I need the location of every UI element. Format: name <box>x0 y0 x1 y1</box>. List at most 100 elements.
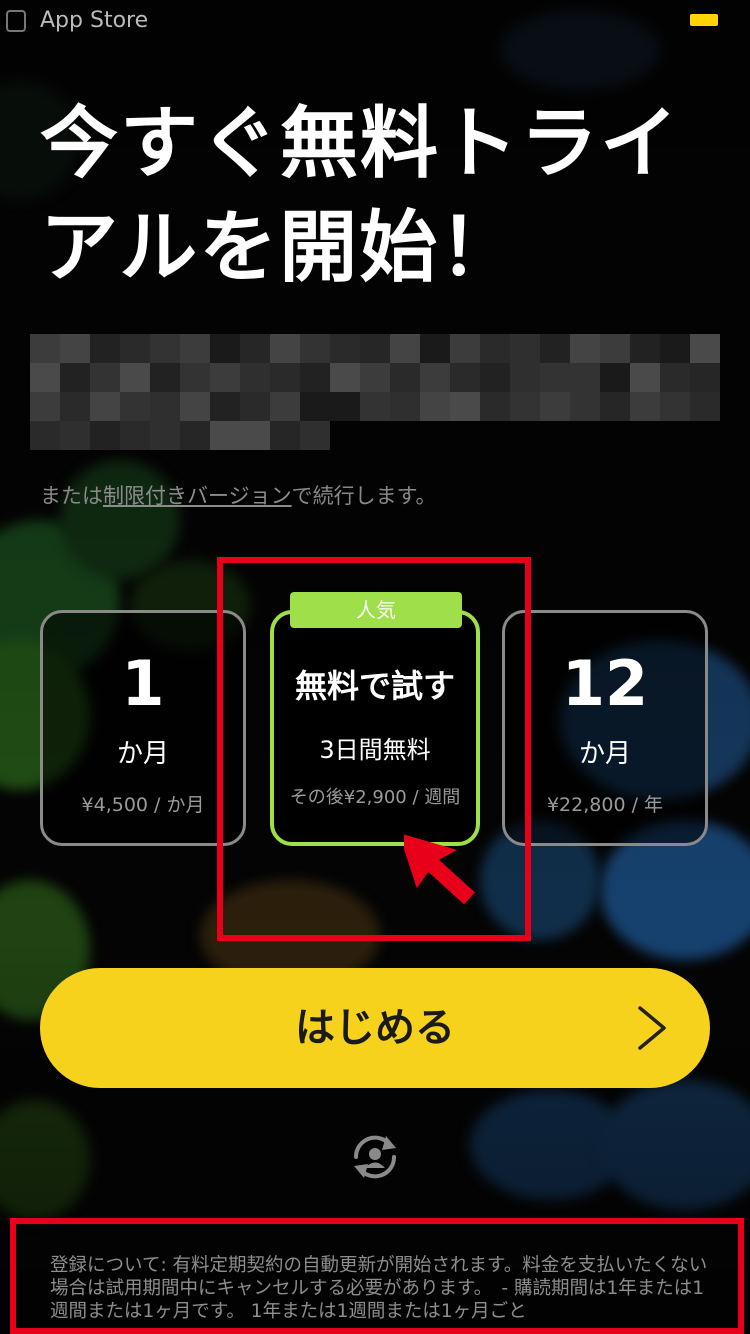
back-to-app-label[interactable]: App Store <box>40 8 148 33</box>
mosaic-cell <box>360 334 390 363</box>
plan-price: その後¥2,900 / 週間 <box>289 787 461 808</box>
mosaic-cell <box>60 421 90 450</box>
mosaic-cell <box>360 363 390 392</box>
mosaic-cell <box>180 392 210 421</box>
mosaic-cell <box>690 421 720 450</box>
restore-account-icon[interactable] <box>348 1130 402 1184</box>
limited-version-text: または制限付きバージョンで続行します。 <box>40 480 437 510</box>
mosaic-cell <box>660 334 690 363</box>
mosaic-cell <box>630 392 660 421</box>
mosaic-cell <box>300 392 330 421</box>
mosaic-cell <box>120 392 150 421</box>
mosaic-cell <box>330 334 360 363</box>
start-button-label: はじめる <box>295 1005 455 1051</box>
mosaic-cell <box>270 392 300 421</box>
pointer-arrow-icon <box>404 833 475 905</box>
mosaic-cell <box>390 421 420 450</box>
mosaic-cell <box>480 363 510 392</box>
plan-duration-unit: か月 <box>578 739 631 769</box>
mosaic-cell <box>30 363 60 392</box>
mosaic-cell <box>570 421 600 450</box>
mosaic-cell <box>540 421 570 450</box>
mosaic-cell <box>420 392 450 421</box>
plan-duration-number: 12 <box>561 647 649 720</box>
mosaic-cell <box>420 421 450 450</box>
mosaic-cell <box>120 363 150 392</box>
mosaic-cell <box>420 363 450 392</box>
mosaic-cell <box>690 363 720 392</box>
mosaic-cell <box>630 421 660 450</box>
back-app-icon[interactable] <box>6 10 26 32</box>
mosaic-cell <box>600 334 630 363</box>
mosaic-cell <box>30 334 60 363</box>
mosaic-cell <box>120 421 150 450</box>
mosaic-cell <box>600 363 630 392</box>
mosaic-cell <box>390 363 420 392</box>
mosaic-cell <box>270 363 300 392</box>
mosaic-cell <box>180 334 210 363</box>
mosaic-cell <box>210 363 240 392</box>
redacted-subtitle-mosaic <box>30 334 720 450</box>
popular-badge: 人気 <box>290 592 462 628</box>
mosaic-cell <box>300 334 330 363</box>
mosaic-cell <box>60 363 90 392</box>
mosaic-cell <box>150 334 180 363</box>
mosaic-cell <box>630 334 660 363</box>
mosaic-cell <box>240 421 270 450</box>
plan-price: ¥22,800 / 年 <box>546 794 664 816</box>
mosaic-cell <box>480 421 510 450</box>
mosaic-cell <box>30 392 60 421</box>
mosaic-cell <box>450 392 480 421</box>
mosaic-cell <box>120 334 150 363</box>
mosaic-cell <box>540 392 570 421</box>
mosaic-cell <box>510 363 540 392</box>
plan-card-1-month[interactable]: 1 か月 ¥4,500 / か月 <box>40 610 246 846</box>
battery-icon <box>690 14 718 26</box>
mosaic-cell <box>510 421 540 450</box>
plan-trial-duration: 3日間無料 <box>319 736 431 764</box>
chevron-right-icon <box>638 1006 666 1050</box>
mosaic-cell <box>360 421 390 450</box>
mosaic-cell <box>450 363 480 392</box>
plan-card-free-trial[interactable]: 人気 無料で試す 3日間無料 その後¥2,900 / 週間 <box>270 592 480 846</box>
mosaic-cell <box>210 392 240 421</box>
plan-trial-title: 無料で試す <box>294 667 455 705</box>
mosaic-cell <box>270 334 300 363</box>
terms-divider <box>40 1218 710 1220</box>
mosaic-cell <box>390 334 420 363</box>
limited-version-link[interactable]: 制限付きバージョン <box>103 484 292 508</box>
mosaic-cell <box>300 421 330 450</box>
page-title: 今すぐ無料トライアルを開始！ <box>40 99 681 293</box>
status-bar: App Store <box>0 0 750 40</box>
mosaic-cell <box>150 392 180 421</box>
mosaic-cell <box>660 363 690 392</box>
mosaic-cell <box>210 421 240 450</box>
mosaic-cell <box>690 334 720 363</box>
subscription-terms-text: 登録について: 有料定期契約の自動更新が開始されます。料金を支払いたくない場合は… <box>50 1255 708 1322</box>
plan-duration-unit: か月 <box>116 739 169 769</box>
mosaic-cell <box>540 363 570 392</box>
mosaic-cell <box>90 421 120 450</box>
mosaic-cell <box>30 421 60 450</box>
start-button[interactable]: はじめる <box>40 968 710 1088</box>
mosaic-cell <box>60 334 90 363</box>
mosaic-cell <box>420 334 450 363</box>
plan-price: ¥4,500 / か月 <box>81 794 205 816</box>
mosaic-cell <box>330 363 360 392</box>
mosaic-cell <box>510 334 540 363</box>
mosaic-cell <box>240 334 270 363</box>
mosaic-cell <box>360 392 390 421</box>
mosaic-cell <box>390 392 420 421</box>
mosaic-cell <box>180 363 210 392</box>
mosaic-cell <box>330 421 360 450</box>
mosaic-cell <box>300 363 330 392</box>
mosaic-cell <box>690 392 720 421</box>
limited-prefix: または <box>40 484 103 508</box>
mosaic-cell <box>270 421 300 450</box>
plan-card-12-months[interactable]: 12 か月 ¥22,800 / 年 <box>502 610 708 846</box>
mosaic-cell <box>240 392 270 421</box>
mosaic-cell <box>450 334 480 363</box>
mosaic-cell <box>60 392 90 421</box>
mosaic-cell <box>210 334 240 363</box>
limited-suffix: で続行します。 <box>291 484 437 508</box>
